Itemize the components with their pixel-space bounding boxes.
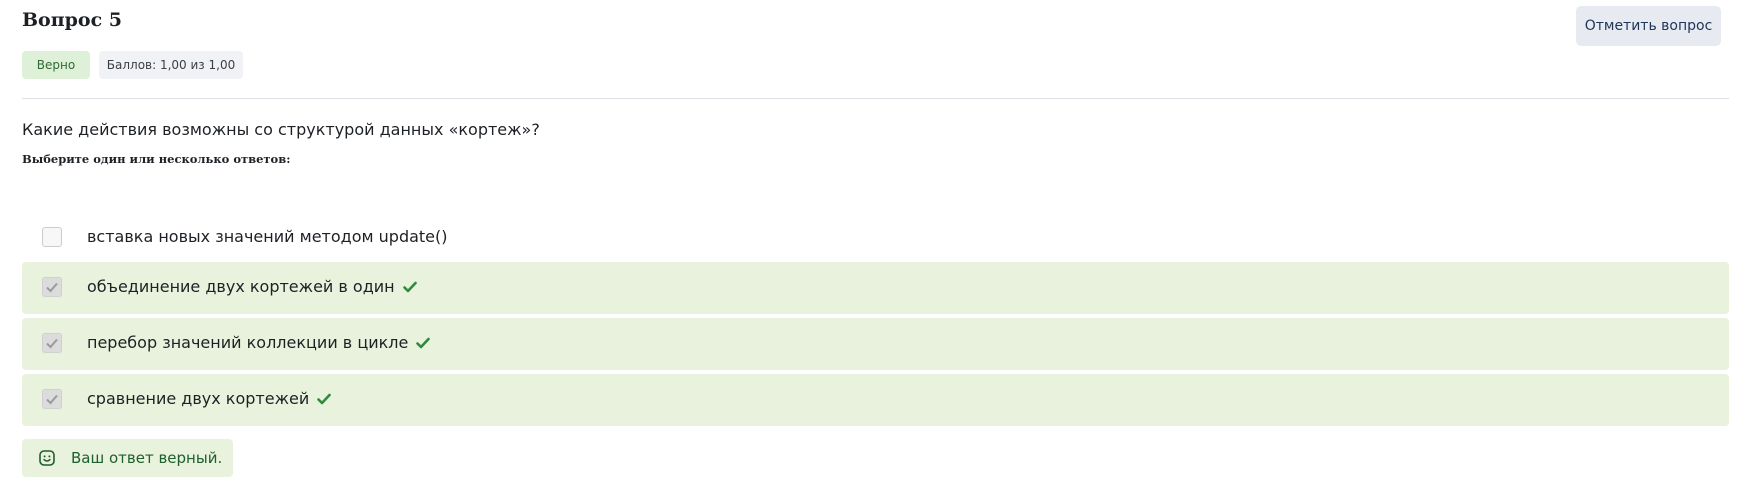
- feedback-message: Ваш ответ верный.: [22, 439, 233, 477]
- checkmark-icon: [46, 282, 58, 293]
- answer-option[interactable]: вставка новых значений методом update(): [22, 212, 1729, 264]
- answer-option-label: объединение двух кортежей в один: [87, 277, 395, 296]
- checkmark-icon: [46, 394, 58, 405]
- answer-option[interactable]: сравнение двух кортежей: [22, 374, 1729, 426]
- correct-check-icon: [402, 281, 417, 293]
- quiz-question: Вопрос 5 Отметить вопрос Верно Баллов: 1…: [0, 0, 1754, 495]
- status-badge: Верно: [22, 51, 90, 79]
- answer-option-label: сравнение двух кортежей: [87, 389, 310, 408]
- answer-option-label: перебор значений коллекции в цикле: [87, 333, 409, 352]
- answer-checkbox[interactable]: [42, 227, 62, 247]
- question-title: Вопрос 5: [22, 9, 123, 31]
- answer-option-label: вставка новых значений методом update(): [87, 227, 448, 246]
- divider: [22, 98, 1729, 99]
- answer-option[interactable]: объединение двух кортежей в один: [22, 262, 1729, 314]
- checkmark-icon: [46, 338, 58, 349]
- question-text: Какие действия возможны со структурой да…: [22, 120, 540, 139]
- correct-check-icon: [416, 337, 431, 349]
- answer-checkbox[interactable]: [42, 389, 62, 409]
- flag-question-button[interactable]: Отметить вопрос: [1576, 6, 1721, 46]
- answer-checkbox[interactable]: [42, 333, 62, 353]
- answer-prompt: Выберите один или несколько ответов:: [22, 152, 291, 166]
- answer-option[interactable]: перебор значений коллекции в цикле: [22, 318, 1729, 370]
- correct-check-icon: [317, 393, 332, 405]
- score-badge: Баллов: 1,00 из 1,00: [99, 51, 243, 79]
- feedback-text: Ваш ответ верный.: [71, 449, 223, 467]
- smile-icon: [38, 449, 56, 467]
- answer-checkbox[interactable]: [42, 277, 62, 297]
